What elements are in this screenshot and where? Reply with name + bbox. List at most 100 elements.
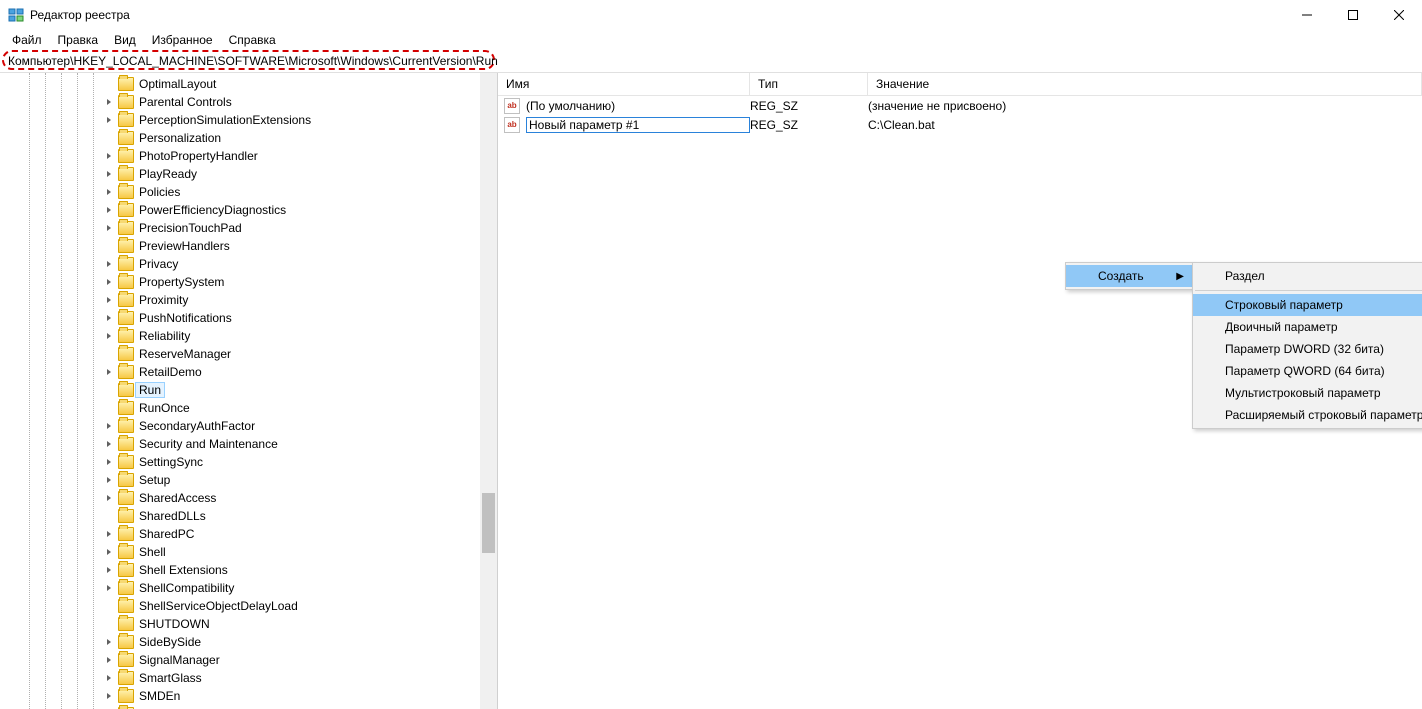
tree-item[interactable]: RunOnce (0, 399, 497, 417)
ctx-new-expand[interactable]: Расширяемый строковый параметр (1193, 404, 1422, 426)
tree-item[interactable]: Personalization (0, 129, 497, 147)
tree-item[interactable]: SharedDLLs (0, 507, 497, 525)
tree-item-label: OptimalLayout (139, 77, 216, 91)
value-name[interactable]: Новый параметр #1 (526, 117, 750, 133)
expander-icon[interactable] (104, 114, 116, 126)
tree-item[interactable]: SecondaryAuthFactor (0, 417, 497, 435)
value-type: REG_SZ (750, 118, 868, 132)
expander-icon[interactable] (104, 294, 116, 306)
minimize-button[interactable] (1284, 0, 1330, 30)
tree[interactable]: OptimalLayout Parental Controls Perception… (0, 73, 497, 709)
expander-icon[interactable] (104, 312, 116, 324)
tree-item[interactable]: PerceptionSimulationExtensions (0, 111, 497, 129)
tree-item-label: Shell (139, 545, 166, 559)
tree-item[interactable]: ReserveManager (0, 345, 497, 363)
expander-icon[interactable] (104, 168, 116, 180)
tree-item[interactable]: SHUTDOWN (0, 615, 497, 633)
ctx-new-key[interactable]: Раздел (1193, 265, 1422, 287)
tree-item-label: PerceptionSimulationExtensions (139, 113, 311, 127)
menu-favorites[interactable]: Избранное (146, 31, 219, 49)
tree-item[interactable]: Policies (0, 183, 497, 201)
list-row[interactable]: ab(По умолчанию)REG_SZ(значение не присв… (498, 96, 1422, 115)
tree-item[interactable]: PropertySystem (0, 273, 497, 291)
expander-icon[interactable] (104, 564, 116, 576)
expander-icon[interactable] (104, 438, 116, 450)
tree-item[interactable]: PreviewHandlers (0, 237, 497, 255)
tree-item[interactable]: SettingSync (0, 453, 497, 471)
expander-icon[interactable] (104, 492, 116, 504)
tree-item[interactable]: PowerEfficiencyDiagnostics (0, 201, 497, 219)
ctx-new-binary[interactable]: Двоичный параметр (1193, 316, 1422, 338)
tree-item[interactable]: Security and Maintenance (0, 435, 497, 453)
tree-scrollbar[interactable] (480, 73, 497, 709)
tree-item[interactable]: SharedPC (0, 525, 497, 543)
ctx-new-string[interactable]: Строковый параметр (1193, 294, 1422, 316)
scrollbar-thumb[interactable] (482, 493, 495, 553)
tree-item[interactable]: SharedAccess (0, 489, 497, 507)
tree-item[interactable]: Parental Controls (0, 93, 497, 111)
tree-item[interactable]: Proximity (0, 291, 497, 309)
expander-icon[interactable] (104, 330, 116, 342)
tree-item[interactable]: SignalManager (0, 651, 497, 669)
tree-item[interactable]: Reliability (0, 327, 497, 345)
ctx-new-qword[interactable]: Параметр QWORD (64 бита) (1193, 360, 1422, 382)
expander-icon[interactable] (104, 276, 116, 288)
close-button[interactable] (1376, 0, 1422, 30)
folder-icon (118, 599, 134, 613)
expander-icon[interactable] (104, 222, 116, 234)
expander-icon[interactable] (104, 150, 116, 162)
tree-item[interactable]: Privacy (0, 255, 497, 273)
tree-item[interactable]: ShellServiceObjectDelayLoad (0, 597, 497, 615)
expander-icon[interactable] (104, 654, 116, 666)
tree-item-label: SharedAccess (139, 491, 216, 505)
tree-item[interactable]: SMDEn (0, 687, 497, 705)
menu-file[interactable]: Файл (6, 31, 48, 49)
value-type: REG_SZ (750, 99, 868, 113)
titlebar: Редактор реестра (0, 0, 1422, 30)
tree-item[interactable]: Shell Extensions (0, 561, 497, 579)
tree-item[interactable]: SideBySide (0, 633, 497, 651)
menu-help[interactable]: Справка (223, 31, 282, 49)
list-row[interactable]: abНовый параметр #1REG_SZC:\Clean.bat (498, 115, 1422, 134)
header-value[interactable]: Значение (868, 73, 1422, 95)
tree-item[interactable]: ShellCompatibility (0, 579, 497, 597)
expander-icon[interactable] (104, 582, 116, 594)
expander-icon[interactable] (104, 672, 116, 684)
maximize-button[interactable] (1330, 0, 1376, 30)
tree-item[interactable]: RetailDemo (0, 363, 497, 381)
tree-item[interactable]: SmartGlass (0, 669, 497, 687)
tree-item[interactable]: SMI (0, 705, 497, 709)
tree-item[interactable]: PushNotifications (0, 309, 497, 327)
folder-icon (118, 509, 134, 523)
expander-icon[interactable] (104, 186, 116, 198)
tree-item[interactable]: Setup (0, 471, 497, 489)
expander-icon[interactable] (104, 474, 116, 486)
expander-icon[interactable] (104, 690, 116, 702)
expander-icon[interactable] (104, 258, 116, 270)
folder-icon (118, 365, 134, 379)
header-type[interactable]: Тип (750, 73, 868, 95)
menu-edit[interactable]: Правка (52, 31, 105, 49)
expander-icon[interactable] (104, 528, 116, 540)
expander-icon[interactable] (104, 636, 116, 648)
tree-item[interactable]: PhotoPropertyHandler (0, 147, 497, 165)
expander-icon[interactable] (104, 204, 116, 216)
expander-icon[interactable] (104, 456, 116, 468)
ctx-create[interactable]: Создать ▶ (1066, 265, 1192, 287)
tree-item[interactable]: Shell (0, 543, 497, 561)
tree-item[interactable]: Run (0, 381, 497, 399)
expander-icon[interactable] (104, 366, 116, 378)
tree-pane: OptimalLayout Parental Controls Perception… (0, 73, 498, 709)
menu-view[interactable]: Вид (108, 31, 142, 49)
expander-icon[interactable] (104, 546, 116, 558)
value-data: C:\Clean.bat (868, 118, 1422, 132)
address-bar[interactable]: Компьютер\HKEY_LOCAL_MACHINE\SOFTWARE\Mi… (2, 50, 495, 70)
expander-icon[interactable] (104, 96, 116, 108)
ctx-new-dword[interactable]: Параметр DWORD (32 бита) (1193, 338, 1422, 360)
tree-item[interactable]: OptimalLayout (0, 75, 497, 93)
tree-item[interactable]: PlayReady (0, 165, 497, 183)
tree-item[interactable]: PrecisionTouchPad (0, 219, 497, 237)
header-name[interactable]: Имя (498, 73, 750, 95)
expander-icon[interactable] (104, 420, 116, 432)
ctx-new-multi[interactable]: Мультистроковый параметр (1193, 382, 1422, 404)
